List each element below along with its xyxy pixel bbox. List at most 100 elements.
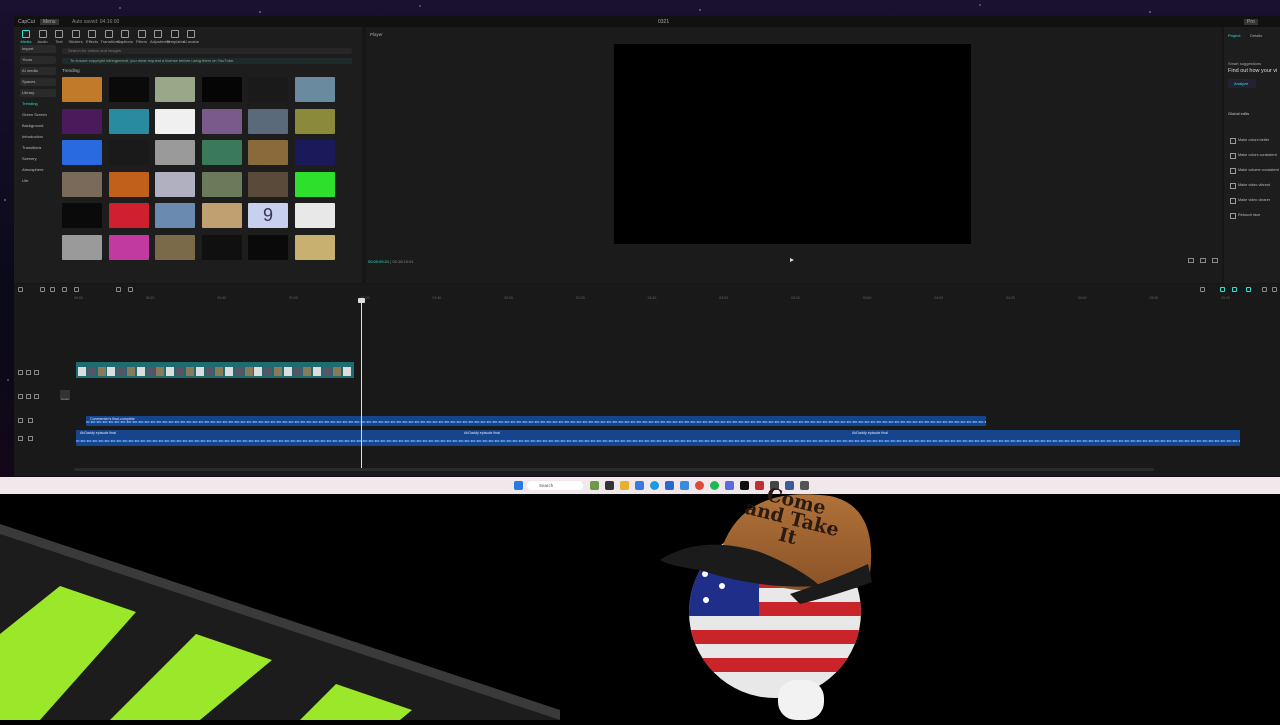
- menu-button[interactable]: Menu: [40, 19, 59, 25]
- clip-thumbnail[interactable]: [234, 367, 243, 376]
- visibility-icon[interactable]: [26, 394, 31, 399]
- split-icon[interactable]: [62, 287, 67, 292]
- media-thumbnail[interactable]: [155, 203, 195, 228]
- playhead[interactable]: [358, 298, 365, 468]
- media-thumbnail[interactable]: [294, 203, 335, 228]
- taskbar-search[interactable]: Search: [527, 481, 583, 490]
- delete-icon[interactable]: [74, 287, 79, 292]
- media-thumbnail[interactable]: [248, 171, 288, 197]
- ratio-icon[interactable]: [1188, 258, 1194, 263]
- audio-toggle-icon[interactable]: [34, 370, 39, 375]
- media-thumbnail[interactable]: [294, 77, 335, 102]
- select-icon[interactable]: [18, 287, 23, 292]
- lock-icon[interactable]: [18, 418, 23, 423]
- edge-icon[interactable]: [650, 481, 659, 490]
- tab-transitions[interactable]: Transitions: [101, 30, 120, 44]
- tab-filters[interactable]: Filters: [134, 30, 150, 44]
- audio-toggle-icon[interactable]: [34, 394, 39, 399]
- media-thumbnail[interactable]: [108, 234, 149, 260]
- media-thumbnail[interactable]: [155, 234, 195, 260]
- media-thumbnail[interactable]: [62, 171, 102, 197]
- app-icon[interactable]: [800, 481, 809, 490]
- global-edit-item[interactable]: Make colors better: [1228, 135, 1280, 145]
- clip-thumbnail[interactable]: [205, 367, 214, 376]
- global-edit-item[interactable]: Retouch face: [1228, 210, 1280, 220]
- mute-icon[interactable]: [28, 436, 33, 441]
- category-import[interactable]: Import: [20, 45, 56, 53]
- media-thumbnail[interactable]: [155, 140, 195, 165]
- tab-captions[interactable]: Captions: [117, 30, 133, 44]
- clip-thumbnail[interactable]: [283, 367, 292, 376]
- tab-details[interactable]: Details: [1250, 33, 1262, 38]
- snap-icon[interactable]: [1232, 287, 1237, 292]
- clip-thumbnail[interactable]: [323, 367, 331, 376]
- cover-button[interactable]: Cover: [60, 390, 70, 401]
- task-view-icon[interactable]: [605, 481, 614, 490]
- lock-icon[interactable]: [18, 394, 23, 399]
- media-thumbnail[interactable]: [62, 108, 102, 134]
- tab-project[interactable]: Project: [1228, 33, 1240, 38]
- clip-thumbnail[interactable]: [244, 367, 253, 376]
- media-thumbnail[interactable]: [294, 234, 335, 260]
- media-thumbnail[interactable]: [62, 77, 102, 102]
- media-thumbnail[interactable]: [108, 77, 149, 102]
- analyze-button[interactable]: Analyze: [1228, 79, 1256, 88]
- media-thumbnail[interactable]: [294, 108, 335, 134]
- mute-icon[interactable]: [28, 418, 33, 423]
- clip-thumbnail[interactable]: [156, 367, 165, 376]
- global-edit-item[interactable]: Make volume consistent: [1228, 165, 1280, 175]
- media-thumbnail[interactable]: [248, 234, 288, 260]
- pro-badge[interactable]: Pro: [1244, 19, 1258, 25]
- category-background[interactable]: Background: [20, 122, 56, 130]
- clip-thumbnail[interactable]: [166, 367, 175, 376]
- crop-icon[interactable]: [1200, 258, 1206, 263]
- media-thumbnail[interactable]: [248, 77, 288, 102]
- category-transitions[interactable]: Transitions: [20, 144, 56, 152]
- clip-thumbnail[interactable]: [332, 367, 341, 376]
- clip-thumbnail[interactable]: [342, 367, 351, 376]
- video-clip-track[interactable]: [76, 362, 354, 378]
- media-thumbnail[interactable]: [201, 140, 242, 165]
- audio-clip-commentary[interactable]: Commenter's final-complete: [86, 416, 986, 426]
- media-thumbnail[interactable]: [155, 171, 195, 197]
- clip-thumbnail[interactable]: [195, 367, 204, 376]
- lock-icon[interactable]: [18, 436, 23, 441]
- media-thumbnail[interactable]: [201, 234, 242, 260]
- clip-thumbnail[interactable]: [313, 367, 322, 376]
- category-ai-media[interactable]: AI media: [20, 67, 56, 75]
- app-icon[interactable]: [680, 481, 689, 490]
- global-edit-item[interactable]: Make video clearer: [1228, 195, 1280, 205]
- clip-thumbnail[interactable]: [117, 367, 126, 376]
- tab-effects[interactable]: Effects: [84, 30, 100, 44]
- tab-stickers[interactable]: Stickers: [68, 30, 84, 44]
- fullscreen-icon[interactable]: [1212, 258, 1218, 263]
- tab-audio[interactable]: Audio: [35, 30, 51, 44]
- spotify-icon[interactable]: [710, 481, 719, 490]
- media-thumbnail[interactable]: [108, 171, 149, 197]
- redo-icon[interactable]: [50, 287, 55, 292]
- media-thumbnail[interactable]: [155, 108, 195, 134]
- chrome-icon[interactable]: [695, 481, 704, 490]
- category-scenery[interactable]: Scenery: [20, 155, 56, 163]
- media-thumbnail[interactable]: [201, 108, 242, 134]
- clip-thumbnail[interactable]: [303, 367, 312, 376]
- media-thumbnail[interactable]: [108, 203, 149, 228]
- clip-thumbnail[interactable]: [176, 367, 184, 376]
- media-thumbnail[interactable]: [155, 77, 195, 102]
- zoom-icon[interactable]: [1262, 287, 1267, 292]
- mic-icon[interactable]: [1200, 287, 1205, 292]
- play-icon[interactable]: [790, 258, 794, 262]
- clip-thumbnail[interactable]: [293, 367, 302, 376]
- mirror-icon[interactable]: [128, 287, 133, 292]
- clip-thumbnail[interactable]: [78, 367, 86, 376]
- start-icon[interactable]: [514, 481, 523, 490]
- file-explorer-icon[interactable]: [620, 481, 629, 490]
- category-green-screen[interactable]: Green Screen: [20, 111, 56, 119]
- store-icon[interactable]: [635, 481, 644, 490]
- timeline-scrollbar[interactable]: [74, 468, 1154, 471]
- clip-thumbnail[interactable]: [97, 367, 106, 376]
- app-icon[interactable]: [665, 481, 674, 490]
- clip-thumbnail[interactable]: [107, 367, 116, 376]
- clip-thumbnail[interactable]: [185, 367, 194, 376]
- link-icon[interactable]: [1220, 287, 1225, 292]
